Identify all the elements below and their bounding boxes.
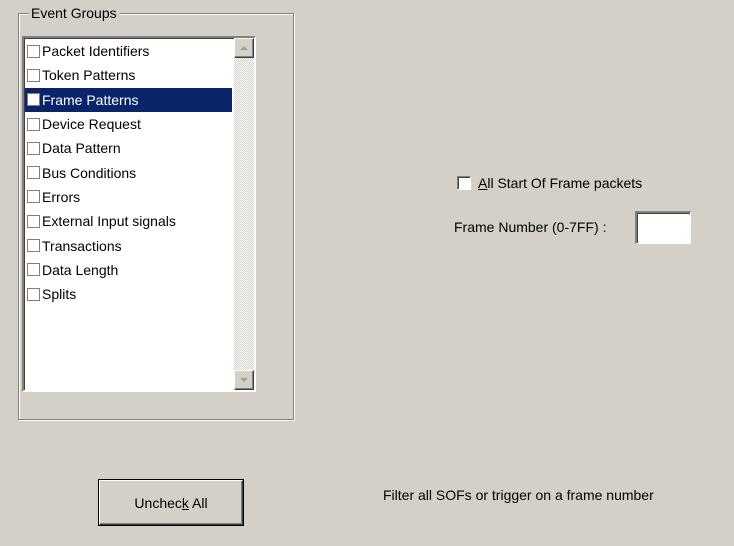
list-item[interactable]: Bus Conditions xyxy=(25,160,232,184)
scroll-up-button[interactable] xyxy=(234,38,254,58)
item-label: Data Length xyxy=(42,261,119,278)
item-label: Data Pattern xyxy=(42,140,121,157)
down-arrow-icon xyxy=(240,378,248,382)
item-checkbox[interactable] xyxy=(27,214,40,228)
list-item[interactable]: Errors xyxy=(25,185,232,209)
item-label: Frame Patterns xyxy=(42,91,139,108)
item-checkbox[interactable] xyxy=(27,166,40,180)
item-checkbox[interactable] xyxy=(27,68,40,82)
item-label: Bus Conditions xyxy=(42,164,137,181)
item-label: Transactions xyxy=(42,237,122,254)
item-label: External Input signals xyxy=(42,213,176,230)
up-arrow-icon xyxy=(240,46,248,50)
hint-text: Filter all SOFs or trigger on a frame nu… xyxy=(383,487,654,503)
all-sof-label[interactable]: All Start Of Frame packets xyxy=(478,175,642,191)
frame-number-input[interactable] xyxy=(635,211,691,244)
scroll-down-button[interactable] xyxy=(234,370,254,390)
list-item[interactable]: Transactions xyxy=(25,233,232,257)
all-sof-checkbox[interactable] xyxy=(457,176,471,190)
item-label: Token Patterns xyxy=(42,67,136,84)
item-checkbox[interactable] xyxy=(27,190,40,204)
item-checkbox[interactable] xyxy=(27,239,40,253)
event-groups-listbox[interactable]: Packet Identifiers Token Patterns Frame Pa… xyxy=(22,36,256,392)
item-label: Splits xyxy=(42,286,77,303)
vertical-scrollbar[interactable] xyxy=(234,38,254,390)
item-checkbox[interactable] xyxy=(27,44,40,58)
event-groups-title: Event Groups xyxy=(29,5,120,21)
uncheck-all-button[interactable]: Uncheck All xyxy=(99,480,243,525)
list-item[interactable]: Data Pattern xyxy=(25,136,232,160)
item-label: Errors xyxy=(42,188,81,205)
all-sof-option[interactable]: All Start Of Frame packets xyxy=(457,175,642,191)
item-checkbox[interactable] xyxy=(27,141,40,155)
item-checkbox[interactable] xyxy=(27,93,40,107)
item-checkbox[interactable] xyxy=(27,117,40,131)
list-item[interactable]: Frame Patterns xyxy=(25,87,232,112)
item-checkbox[interactable] xyxy=(27,287,40,301)
list-item[interactable]: Packet Identifiers xyxy=(25,39,232,63)
item-checkbox[interactable] xyxy=(27,263,40,277)
list-item[interactable]: Splits xyxy=(25,282,232,306)
list-item[interactable]: Data Length xyxy=(25,258,232,282)
item-label: Device Request xyxy=(42,116,141,133)
list-item[interactable]: Device Request xyxy=(25,112,232,136)
event-groups-list: Packet Identifiers Token Patterns Frame Pa… xyxy=(25,39,232,306)
list-item[interactable]: Token Patterns xyxy=(25,63,232,87)
item-label: Packet Identifiers xyxy=(42,43,150,60)
frame-number-label: Frame Number (0-7FF) : xyxy=(454,219,607,235)
list-item[interactable]: External Input signals xyxy=(25,209,232,233)
